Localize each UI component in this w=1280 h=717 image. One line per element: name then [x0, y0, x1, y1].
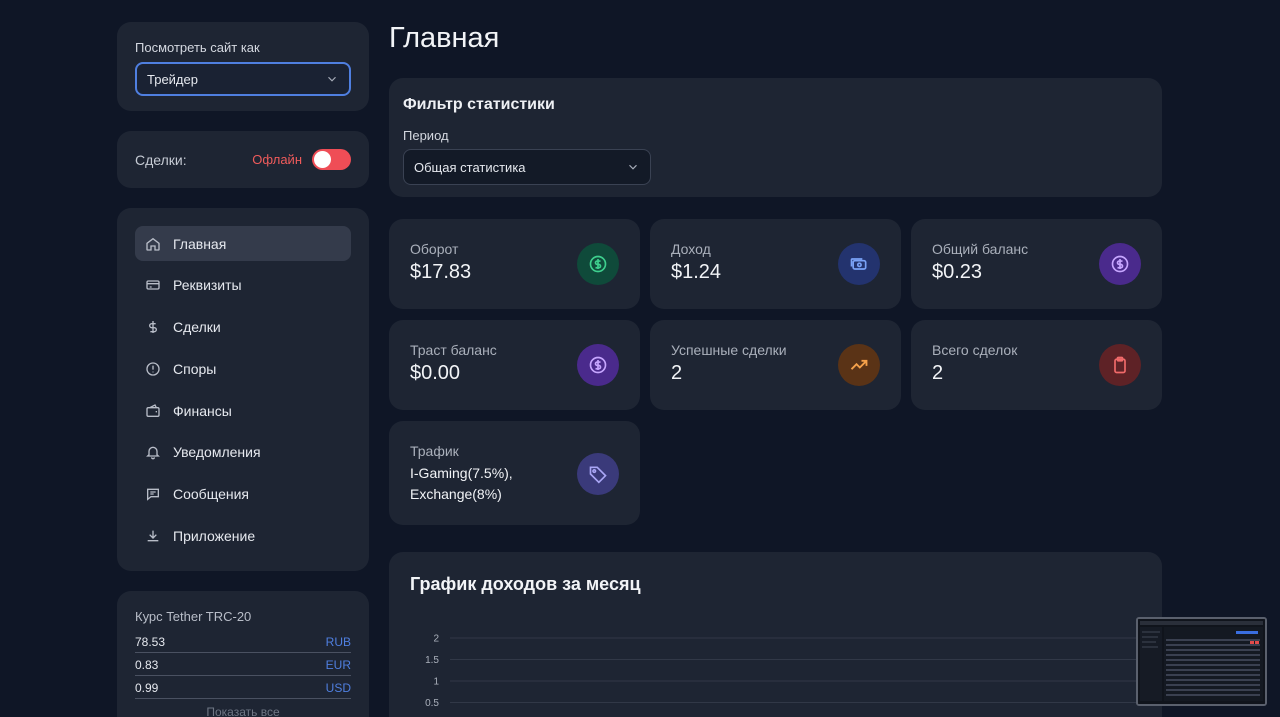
view-as-label: Посмотреть сайт как — [135, 40, 260, 55]
rate-row: 78.53 RUB — [135, 632, 351, 653]
sidebar-item-label: Реквизиты — [173, 277, 242, 294]
rate-row: 0.99 USD — [135, 678, 351, 699]
stat-card-turnover: Оборот $17.83 — [389, 219, 640, 309]
screen-preview-thumbnail[interactable] — [1136, 617, 1267, 706]
alert-circle-icon — [146, 362, 160, 376]
deals-toggle[interactable] — [312, 149, 351, 170]
period-select[interactable]: Общая статистика — [403, 149, 651, 185]
deals-label: Сделки: — [135, 151, 187, 168]
stat-icon-bg — [1099, 243, 1141, 285]
view-as-card: Посмотреть сайт как Трейдер — [117, 22, 369, 111]
sidebar-item-finance[interactable]: Финансы — [135, 393, 351, 428]
rate-value: 0.83 — [135, 658, 159, 672]
y-tick-label: 0.5 — [425, 698, 439, 709]
message-icon — [147, 488, 159, 502]
y-tick-label: 2 — [433, 634, 439, 645]
sidebar-item-requisites[interactable]: Реквизиты — [135, 268, 351, 303]
stat-card-total-balance: Общий баланс $0.23 — [911, 219, 1162, 309]
sidebar-item-label: Сообщения — [173, 486, 249, 503]
tag-icon — [589, 466, 607, 484]
rate-currency: RUB — [325, 635, 351, 649]
stat-icon-bg — [1099, 344, 1141, 386]
view-as-select[interactable]: Трейдер — [135, 62, 351, 96]
sidebar-item-messages[interactable]: Сообщения — [135, 477, 351, 512]
income-chart-card: График доходов за месяц 2 1.5 1 0.5 — [389, 552, 1162, 717]
sidebar-item-disputes[interactable]: Споры — [135, 351, 351, 386]
chart-heading: График доходов за месяц — [410, 574, 641, 594]
stat-icon-bg — [577, 243, 619, 285]
period-label: Период — [403, 128, 449, 143]
deals-status-card: Сделки: Офлайн — [117, 131, 369, 188]
traffic-icon-bg — [577, 453, 619, 495]
period-value: Общая статистика — [414, 159, 526, 175]
cash-icon — [850, 258, 867, 270]
y-tick-label: 1.5 — [425, 655, 439, 666]
sidebar-nav: Главная Реквизиты Сделки Споры Финансы У… — [117, 208, 369, 571]
dollar-circle-icon — [589, 356, 607, 374]
sidebar-item-label: Финансы — [173, 402, 232, 419]
page-title: Главная — [389, 22, 500, 54]
card-icon — [146, 280, 160, 290]
wallet-icon — [146, 403, 160, 417]
chevron-down-icon — [629, 164, 637, 170]
stat-card-trust-balance: Траст баланс $0.00 — [389, 320, 640, 410]
show-all-link[interactable]: Показать все — [135, 705, 351, 717]
filter-heading: Фильтр статистики — [403, 96, 555, 113]
rate-currency: USD — [325, 681, 351, 695]
sidebar-item-label: Уведомления — [173, 444, 261, 461]
rate-currency: EUR — [325, 658, 351, 672]
sidebar-item-label: Приложение — [173, 528, 256, 545]
stat-card-successful-deals: Успешные сделки 2 — [650, 320, 901, 410]
dollar-circle-icon — [589, 255, 607, 273]
rate-value: 0.99 — [135, 681, 159, 695]
rate-row: 0.83 EUR — [135, 655, 351, 676]
stat-icon-bg — [577, 344, 619, 386]
sidebar-item-deals[interactable]: Сделки — [135, 310, 351, 345]
stat-icon-bg — [838, 344, 880, 386]
stats-filter-card: Фильтр статистики Период Общая статистик… — [389, 78, 1162, 197]
sidebar-item-label: Главная — [173, 235, 227, 252]
dollar-circle-icon — [1111, 255, 1129, 273]
y-tick-label: 1 — [433, 677, 439, 688]
stat-card-income: Доход $1.24 — [650, 219, 901, 309]
stat-card-total-deals: Всего сделок 2 — [911, 320, 1162, 410]
sidebar-item-label: Сделки — [173, 319, 221, 336]
deals-status-text: Офлайн — [252, 152, 302, 167]
rate-value: 78.53 — [135, 635, 166, 649]
bell-icon — [146, 447, 160, 460]
preview-image — [1138, 619, 1265, 704]
home-icon — [146, 237, 160, 251]
chevron-down-icon — [328, 76, 336, 82]
clipboard-icon — [1114, 356, 1126, 374]
trend-up-icon — [850, 359, 868, 370]
sidebar-item-label: Споры — [173, 360, 217, 377]
dollar-icon — [149, 321, 157, 334]
sidebar-item-notifications[interactable]: Уведомления — [135, 435, 351, 470]
traffic-value: I-Gaming(7.5%), Exchange(8%) — [410, 465, 513, 502]
rates-card: Курс Tether TRC-20 78.53 RUB 0.83 EUR 0.… — [117, 591, 369, 717]
sidebar-item-home[interactable]: Главная — [135, 226, 351, 261]
income-chart: 2 1.5 1 0.5 — [425, 634, 1141, 709]
sidebar-item-app[interactable]: Приложение — [135, 519, 351, 554]
download-icon — [147, 530, 159, 542]
stat-icon-bg — [838, 243, 880, 285]
traffic-card: Трафик I-Gaming(7.5%), Exchange(8%) — [389, 421, 640, 525]
toggle-knob — [314, 151, 331, 168]
view-as-value: Трейдер — [147, 71, 198, 87]
rates-title: Курс Tether TRC-20 — [135, 609, 252, 624]
